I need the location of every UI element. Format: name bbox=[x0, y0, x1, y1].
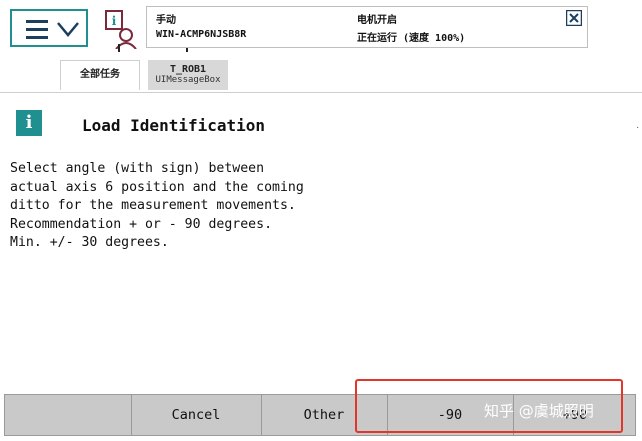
tab-t-rob1[interactable]: T_ROB1 UIMessageBox bbox=[148, 60, 228, 90]
watermark: 知乎 @虞城照明 bbox=[484, 402, 594, 420]
message-line: Min. +/- 30 degrees. bbox=[10, 235, 169, 250]
main-menu-button[interactable] bbox=[10, 9, 88, 47]
quickset-icon[interactable]: i bbox=[100, 9, 142, 49]
menu-icon bbox=[26, 20, 48, 44]
run-state: 正在运行 (速度 100%) bbox=[357, 33, 466, 44]
status-panel: 手动 WIN-ACMP6NJSB8R 电机开启 正在运行 (速度 100%) bbox=[146, 6, 588, 48]
tab-row: 全部任务 T_ROB1 UIMessageBox · bbox=[0, 52, 642, 133]
tab-sublabel: UIMessageBox bbox=[155, 75, 221, 85]
svg-text:i: i bbox=[112, 14, 117, 28]
motor-state: 电机开启 bbox=[357, 15, 397, 26]
message-title: Load Identification bbox=[82, 116, 266, 135]
message-line: Select angle (with sign) between bbox=[10, 161, 265, 176]
tab-scroll-icon: · bbox=[636, 122, 640, 133]
info-icon: i bbox=[16, 110, 42, 136]
message-line: Recommendation + or - 90 degrees. bbox=[10, 216, 273, 232]
controller-name: WIN-ACMP6NJSB8R bbox=[156, 29, 247, 40]
message-line: ditto for the measurement movements. bbox=[10, 198, 296, 213]
close-icon[interactable] bbox=[566, 10, 582, 26]
cancel-button[interactable]: Cancel bbox=[131, 395, 260, 435]
operating-mode: 手动 bbox=[156, 15, 176, 26]
chevron-down-icon bbox=[57, 22, 79, 37]
tab-all-tasks[interactable]: 全部任务 bbox=[60, 60, 140, 90]
tab-label: T_ROB1 bbox=[169, 64, 207, 75]
message-line: actual axis 6 position and the coming bbox=[10, 179, 304, 195]
message-body: Select angle (with sign) between actual … bbox=[10, 160, 304, 253]
status-bar: i 手动 WIN-ACMP6NJSB8R 电机开启 正在运行 (速度 100%) bbox=[0, 0, 642, 66]
